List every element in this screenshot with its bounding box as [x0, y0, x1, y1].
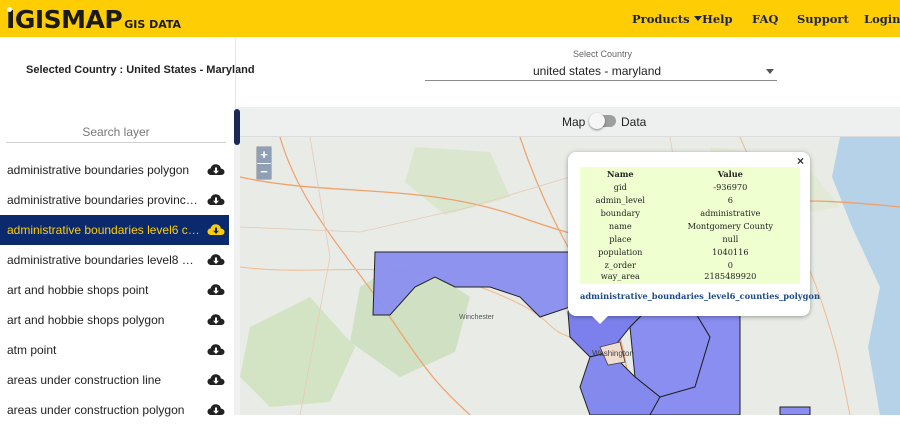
layer-item[interactable]: areas under construction line [0, 365, 229, 395]
table-row: z_order 0 [580, 258, 800, 271]
gismap-logo[interactable]: I GISMAP GIS DATA [6, 4, 181, 34]
download-cloud-icon[interactable] [207, 282, 225, 298]
attribute-value: 2185489920 [704, 271, 757, 281]
layer-item[interactable]: administrative boundaries province polyg… [0, 185, 229, 215]
layer-label: areas under construction line [7, 373, 162, 387]
layer-item[interactable]: administrative boundaries level8 polygon [0, 245, 229, 275]
layer-label: atm point [7, 343, 57, 357]
table-row: name Montgomery County [580, 219, 800, 232]
table-row: admin_level 6 [580, 193, 800, 206]
logo-i-letter: I [6, 5, 15, 34]
attribute-name: admin_level [595, 194, 646, 205]
download-cloud-icon[interactable] [207, 222, 225, 238]
attribute-value: 1040116 [712, 246, 749, 257]
download-cloud-icon[interactable] [207, 342, 225, 358]
toggle-knob [589, 113, 605, 129]
layer-sidebar: administrative boundaries polygon adminis… [0, 107, 235, 417]
layer-label: administrative boundaries level6 countie… [7, 223, 200, 237]
toggle-map-label: Map [562, 115, 586, 129]
layer-label: administrative boundaries polygon [7, 163, 190, 177]
zoom-in-button[interactable]: + [257, 147, 271, 163]
table-row: gid -936970 [580, 180, 800, 193]
nav-support[interactable]: Support [797, 12, 849, 26]
nav-faq[interactable]: FAQ [752, 12, 778, 26]
city-label-winchester: Winchester [459, 314, 495, 321]
feature-info-popup: × Name Value gid -936970 admin_level 6 bound… [568, 152, 820, 324]
popup-tip [592, 316, 608, 324]
attribute-value: 6 [727, 194, 733, 205]
table-row: place null [580, 232, 800, 245]
table-header-row: Name Value [580, 167, 800, 180]
nav-help[interactable]: Help [702, 12, 733, 26]
map-panel: Map Data Winchester Washington + − × Nam… [240, 107, 900, 415]
layer-label: art and hobbie shops point [7, 283, 149, 297]
attribute-name: name [608, 220, 632, 231]
layer-label: administrative boundaries level8 polygon [7, 253, 200, 267]
table-row: way_area 2185489920 [580, 271, 800, 284]
attribute-name: population [598, 246, 643, 257]
attribute-value: null [722, 233, 739, 244]
table-row: boundary administrative [580, 206, 800, 219]
search-layer-input[interactable] [6, 121, 226, 142]
attribute-rows: gid -936970 admin_level 6 boundary administra… [580, 180, 800, 284]
dropdown-arrow-icon [766, 69, 774, 74]
divider [235, 37, 236, 107]
layer-item[interactable]: art and hobbie shops polygon [0, 305, 229, 335]
layer-label: administrative boundaries province polyg… [7, 193, 200, 207]
layer-item[interactable]: atm point [0, 335, 229, 365]
attribute-value: 0 [727, 259, 733, 270]
download-cloud-icon[interactable] [207, 372, 225, 388]
popup-layer-name: administrative_boundaries_level6_countie… [580, 291, 820, 301]
logo-dot-icon [7, 7, 12, 12]
search-layer-field [6, 121, 226, 143]
logo-subtitle: GIS DATA [124, 18, 182, 31]
attribute-table: Name Value gid -936970 admin_level 6 boundar… [580, 167, 800, 284]
attribute-name: gid [613, 181, 627, 192]
city-label-washington: Washington [592, 349, 634, 358]
attribute-name: way_area [600, 271, 640, 281]
layer-item[interactable]: administrative boundaries polygon [0, 155, 229, 185]
nav-products[interactable]: Products [632, 12, 702, 26]
download-cloud-icon[interactable] [207, 402, 225, 418]
chevron-down-icon [693, 16, 702, 21]
layer-label: art and hobbie shops polygon [7, 313, 165, 327]
name-column-header: Name [606, 168, 634, 179]
attribute-value: Montgomery County [687, 220, 774, 231]
layer-item[interactable]: art and hobbie shops point [0, 275, 229, 305]
country-bar: Selected Country : United States - Maryl… [0, 37, 900, 107]
download-cloud-icon[interactable] [207, 252, 225, 268]
attribute-value: administrative [700, 207, 761, 218]
country-select[interactable]: united states - maryland [425, 61, 777, 81]
download-cloud-icon[interactable] [207, 162, 225, 178]
download-cloud-icon[interactable] [207, 312, 225, 328]
toggle-data-label: Data [621, 115, 647, 129]
selected-country-text: Selected Country : United States - Maryl… [26, 64, 255, 76]
layer-list: administrative boundaries polygon adminis… [0, 155, 229, 425]
layer-item[interactable]: areas under construction polygon [0, 395, 229, 425]
close-icon[interactable]: × [797, 154, 804, 168]
select-country-label: Select Country [573, 49, 633, 59]
county-polygon[interactable] [779, 406, 811, 415]
attribute-value: -936970 [713, 181, 748, 192]
country-select-value: united states - maryland [533, 64, 662, 78]
map-data-toggle[interactable] [589, 113, 616, 129]
attribute-name: boundary [600, 207, 640, 218]
table-row: population 1040116 [580, 245, 800, 258]
value-column-header: Value [717, 168, 743, 179]
attribute-name: z_order [604, 259, 636, 270]
layer-item[interactable]: administrative boundaries level6 countie… [0, 215, 229, 245]
zoom-out-button[interactable]: − [257, 163, 271, 179]
attribute-name: place [609, 233, 632, 244]
zoom-control: + − [256, 146, 272, 180]
top-navbar: I GISMAP GIS DATA Products Help FAQ Suppo… [0, 0, 900, 37]
nav-login[interactable]: Login [864, 12, 900, 26]
logo-wordmark: I GISMAP [6, 5, 123, 34]
download-cloud-icon[interactable] [207, 192, 225, 208]
view-toggle-bar: Map Data [240, 107, 900, 137]
